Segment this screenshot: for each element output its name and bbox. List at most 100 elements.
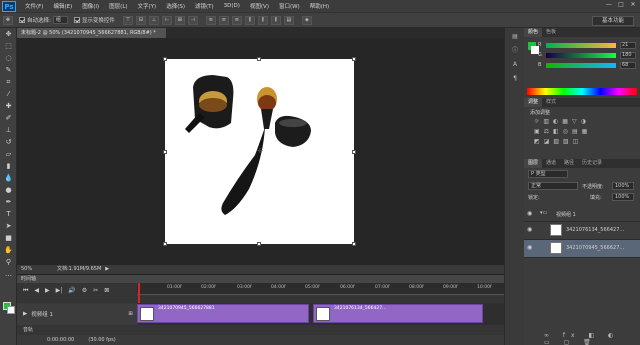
tab-history[interactable]: 历史记录 [578,159,606,168]
menu-image[interactable]: 图像(I) [77,2,104,10]
quick-select-tool-icon[interactable]: ✎ [1,65,16,76]
menu-edit[interactable]: 编辑(E) [48,2,77,10]
tab-paths[interactable]: 路径 [560,159,578,168]
video-track-header[interactable]: ▶ 视频组 1 ⊞ [17,303,137,325]
audio-track-header[interactable]: 音轨 [17,325,137,335]
blur-tool-icon[interactable]: 💧 [1,173,16,184]
clone-stamp-tool-icon[interactable]: ⊥ [1,125,16,136]
hand-tool-icon[interactable]: ✋ [1,245,16,256]
menu-3d[interactable]: 3D(D) [219,3,245,9]
layer-row[interactable]: ◉ 3421076134_566427... [524,222,640,240]
opacity-field[interactable]: 100% [612,182,634,190]
tab-swatches[interactable]: 色板 [542,28,560,37]
healing-brush-tool-icon[interactable]: ✚ [1,101,16,112]
eyedropper-tool-icon[interactable]: ⁄ [1,89,16,100]
zoom-tool-icon[interactable]: ⚲ [1,257,16,268]
align-vcenter-icon[interactable]: ⊟ [135,15,146,25]
split-clip-icon[interactable]: ✂ [93,287,98,294]
minimize-button[interactable]: — [605,1,613,9]
blue-value-field[interactable]: 68 [620,62,636,69]
auto-select-checkbox[interactable] [19,17,25,23]
transform-handle[interactable] [163,57,167,61]
close-button[interactable]: ✕ [629,1,637,9]
add-media-icon[interactable]: ⊞ [128,311,133,317]
3d-mode-icon[interactable]: ◈ [301,15,312,25]
video-clip-1[interactable]: 3421070945_566627881 [137,304,309,323]
tab-color[interactable]: 颜色 [524,28,543,37]
character-panel-icon[interactable]: A [508,60,522,70]
distribute-right-icon[interactable]: ⫼ [270,15,281,25]
brush-tool-icon[interactable]: ✐ [1,113,16,124]
auto-align-icon[interactable]: ▤ [283,15,294,25]
blend-mode-dropdown[interactable]: 正常 [528,182,578,190]
history-panel-icon[interactable]: ▤ [508,32,522,42]
document-canvas[interactable]: ✛ [163,57,356,246]
menu-file[interactable]: 文件(F) [20,2,48,10]
distribute-vcenter-icon[interactable]: ≡ [218,15,229,25]
layer-actions-bar[interactable]: ∞ fx ◧ ◐ ▭ ▢ 🗑 [544,332,634,345]
distribute-left-icon[interactable]: ⫼ [244,15,255,25]
eraser-tool-icon[interactable]: ▱ [1,149,16,160]
settings-icon[interactable]: ⚙ [82,287,87,294]
green-value-field[interactable]: 180 [620,52,636,59]
align-top-icon[interactable]: ⊤ [122,15,133,25]
transform-handle[interactable] [352,57,356,61]
menu-help[interactable]: 帮助(H) [305,2,334,10]
lasso-tool-icon[interactable]: ◌ [1,53,16,64]
crop-tool-icon[interactable]: ⌗ [1,77,16,88]
adjustment-icons-row-2[interactable]: ▣⚖◧◎▤▦ [534,128,634,135]
layer-row-selected[interactable]: ◉ 3421070945_566627... [524,240,640,258]
auto-select-dropdown[interactable]: 组 [52,16,68,24]
color-spectrum[interactable] [527,88,637,95]
dodge-tool-icon[interactable]: ● [1,185,16,196]
distribute-bottom-icon[interactable]: ≡ [231,15,242,25]
green-slider[interactable] [546,53,616,58]
properties-panel-icon[interactable]: ⓘ [508,46,522,56]
document-tab[interactable]: 未标题-2 @ 50% (3421070945_566627881, RGB/8… [17,28,167,38]
type-tool-icon[interactable]: T [1,209,16,220]
menu-window[interactable]: 窗口(W) [274,2,305,10]
distribute-top-icon[interactable]: ≡ [205,15,216,25]
layer-group-row[interactable]: ◉ ▾▭ 视频组 1 [524,206,640,222]
transform-handle[interactable] [257,57,261,61]
menu-type[interactable]: 文字(Y) [133,2,162,10]
marquee-tool-icon[interactable]: ⬚ [1,41,16,52]
transition-icon[interactable]: ⊠ [104,287,109,294]
transform-handle[interactable] [257,242,261,246]
align-hcenter-icon[interactable]: ⊞ [174,15,185,25]
visibility-eye-icon[interactable]: ◉ [527,226,532,233]
show-transform-checkbox[interactable] [73,17,80,23]
expand-arrow-icon[interactable]: ▶ [23,311,27,317]
fill-field[interactable]: 100% [612,193,634,201]
play-icon[interactable]: ▶ [45,287,50,294]
align-bottom-icon[interactable]: ⊥ [148,15,159,25]
pen-tool-icon[interactable]: ✒ [1,197,16,208]
shape-tool-icon[interactable]: ■ [1,233,16,244]
history-brush-tool-icon[interactable]: ↺ [1,137,16,148]
previous-frame-icon[interactable]: ◀ [34,287,39,294]
audio-icon[interactable]: 🔊 [68,287,75,294]
red-slider[interactable] [546,43,616,48]
tab-styles[interactable]: 样式 [542,98,560,107]
align-left-icon[interactable]: ⊢ [161,15,172,25]
layer-filter-dropdown[interactable]: P 类型 [528,170,568,178]
path-select-tool-icon[interactable]: ➤ [1,221,16,232]
move-tool-preset-icon[interactable]: ✥ [3,15,13,25]
menu-select[interactable]: 选择(S) [161,2,190,10]
paragraph-panel-icon[interactable]: ¶ [508,74,522,84]
maximize-button[interactable]: □ [617,1,625,9]
go-to-first-frame-icon[interactable]: ⏮ [23,287,28,295]
menu-view[interactable]: 视图(V) [245,2,274,10]
transform-handle[interactable] [163,242,167,246]
align-right-icon[interactable]: ⊣ [187,15,198,25]
move-tool-icon[interactable]: ✥ [1,29,16,40]
adjustment-icons-row-3[interactable]: ◩◪▨▧◫ [534,138,634,145]
transform-handle[interactable] [163,150,167,154]
transform-handle[interactable] [352,242,356,246]
transform-handle[interactable] [352,150,356,154]
transform-center-icon[interactable]: ✛ [257,147,263,155]
red-value-field[interactable]: 21 [620,42,636,49]
tab-layers[interactable]: 图层 [524,159,543,168]
more-tools-icon[interactable]: … [1,269,16,280]
gradient-tool-icon[interactable]: ▮ [1,161,16,172]
